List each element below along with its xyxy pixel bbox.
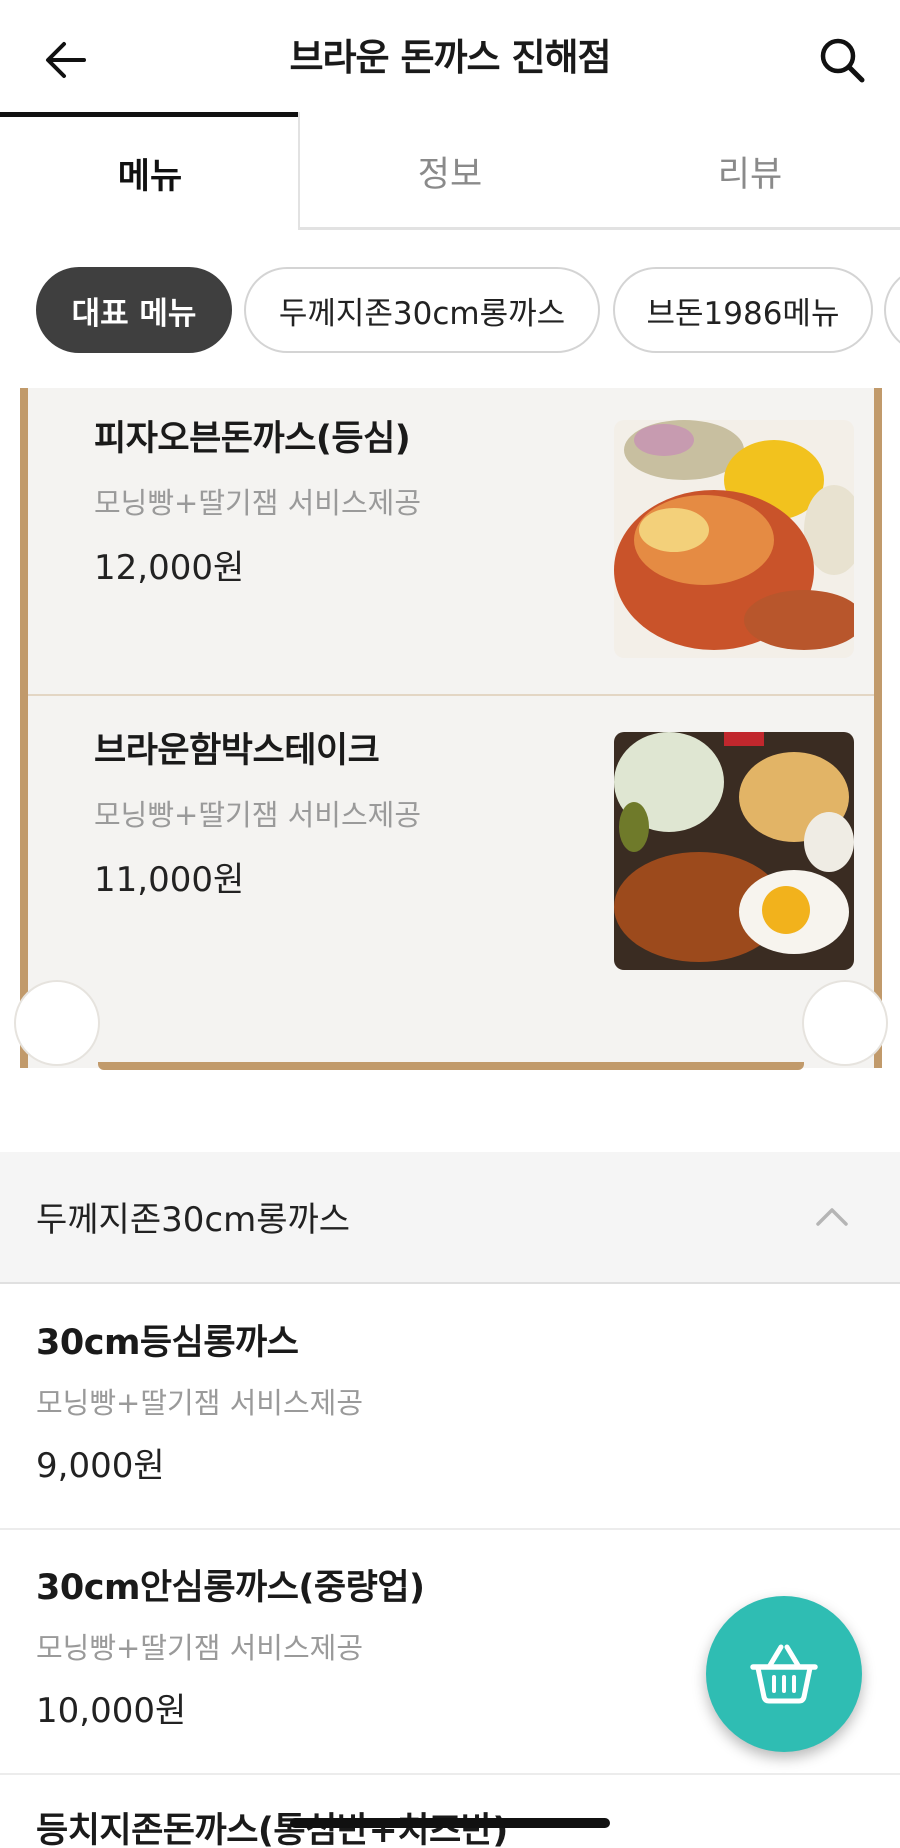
- tab-label: 정보: [417, 154, 483, 195]
- card-corner-right: [802, 980, 888, 1066]
- menu-price: 10,000원: [36, 1691, 187, 1731]
- category-chips: 대표 메뉴 두께지존30cm롱까스 브돈1986메뉴: [0, 264, 900, 354]
- basket-icon: [750, 1644, 818, 1704]
- tab-label: 메뉴: [117, 157, 183, 197]
- tab-menu[interactable]: 메뉴: [0, 112, 300, 230]
- tab-bar: 메뉴 정보 리뷰: [0, 112, 900, 230]
- tab-divider: [298, 112, 300, 230]
- menu-description: 모닝빵+딸기잼 서비스제공: [94, 486, 421, 520]
- chip-bdon-1986[interactable]: 브돈1986메뉴: [613, 267, 873, 353]
- menu-price: 11,000원: [94, 860, 245, 900]
- menu-description: 모닝빵+딸기잼 서비스제공: [94, 798, 421, 832]
- section-title: 두께지존30cm롱까스: [36, 1200, 351, 1240]
- hamburg-steak-photo: [614, 732, 854, 970]
- list-item[interactable]: 30cm등심롱까스 모닝빵+딸기잼 서비스제공 9,000원: [0, 1286, 900, 1530]
- chevron-up-icon[interactable]: [812, 1196, 852, 1236]
- featured-item[interactable]: 피자오븐돈까스(등심) 모닝빵+딸기잼 서비스제공 12,000원: [74, 388, 854, 658]
- menu-description: 모닝빵+딸기잼 서비스제공: [36, 1631, 363, 1665]
- tab-label: 리뷰: [717, 154, 783, 195]
- menu-price: 9,000원: [36, 1446, 165, 1486]
- home-indicator: [290, 1818, 610, 1828]
- menu-name: 30cm등심롱까스: [36, 1323, 299, 1363]
- card-corner-left: [14, 980, 100, 1066]
- pizza-oven-pork-cutlet-photo: [614, 420, 854, 658]
- menu-price: 12,000원: [94, 548, 245, 588]
- featured-menu-card: 피자오븐돈까스(등심) 모닝빵+딸기잼 서비스제공 12,000원 브라운함박스…: [14, 388, 888, 1078]
- back-button[interactable]: [36, 30, 96, 90]
- section-header[interactable]: 두께지존30cm롱까스: [0, 1152, 900, 1284]
- search-button[interactable]: [810, 28, 874, 92]
- cart-button[interactable]: [706, 1596, 862, 1752]
- chip-long-cutlet[interactable]: 두께지존30cm롱까스: [244, 267, 600, 353]
- tab-info[interactable]: 정보: [300, 112, 600, 230]
- chip-more[interactable]: [884, 267, 900, 353]
- menu-name: 피자오븐돈까스(등심): [94, 419, 411, 459]
- arrow-left-icon: [46, 42, 86, 78]
- chip-featured[interactable]: 대표 메뉴: [36, 267, 232, 353]
- page-title: 브라운 돈까스 진해점: [289, 36, 611, 79]
- tab-reviews[interactable]: 리뷰: [600, 112, 900, 230]
- search-icon: [820, 38, 865, 83]
- featured-item[interactable]: 브라운함박스테이크 모닝빵+딸기잼 서비스제공 11,000원: [74, 700, 854, 970]
- list-item[interactable]: 등치지존돈까스(통심반+치즈반): [0, 1776, 900, 1848]
- app-header: 브라운 돈까스 진해점: [0, 0, 900, 114]
- menu-name: 브라운함박스테이크: [94, 731, 380, 771]
- card-bottom-frame: [98, 1052, 804, 1070]
- card-divider: [28, 694, 874, 696]
- menu-name: 30cm안심롱까스(중량업): [36, 1568, 425, 1608]
- menu-description: 모닝빵+딸기잼 서비스제공: [36, 1386, 363, 1420]
- tab-underline: [300, 227, 900, 230]
